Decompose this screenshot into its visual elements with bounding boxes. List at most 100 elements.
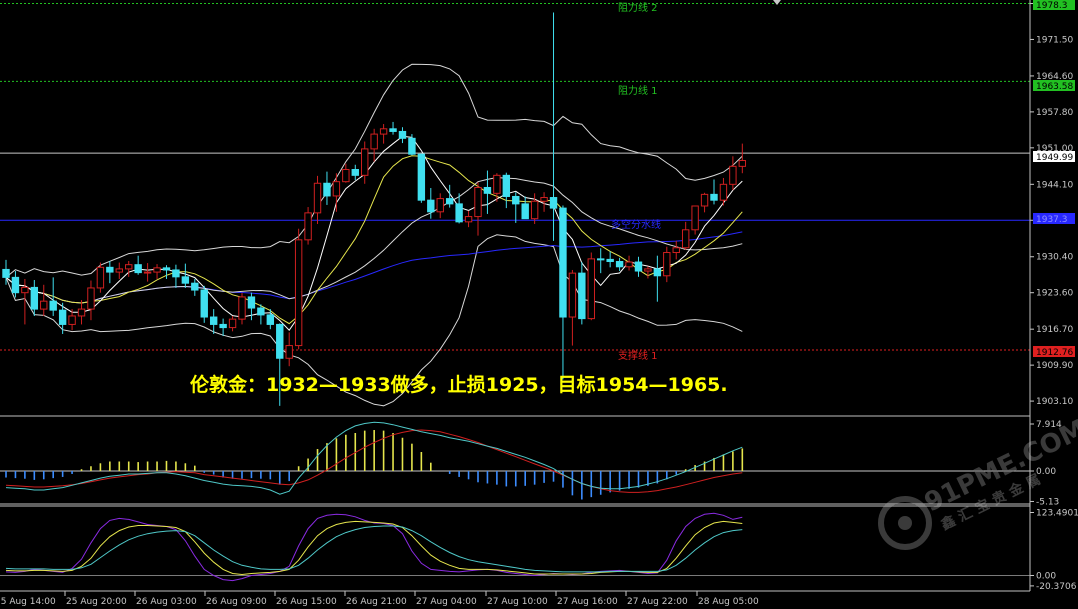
candle-body xyxy=(285,345,293,359)
slow-ma-line xyxy=(5,231,743,304)
candle-body xyxy=(530,200,539,220)
candle-body xyxy=(587,258,595,320)
candle-body xyxy=(21,286,29,294)
candle-body xyxy=(681,229,690,249)
osc-line-1 xyxy=(5,520,743,576)
candle-body xyxy=(474,186,482,218)
macd-tick-label-1: 0.00 xyxy=(1036,467,1056,477)
candle-body xyxy=(181,276,190,284)
scroll-marker-icon[interactable] xyxy=(773,0,781,5)
price-tick-label-7: 1930.40 xyxy=(1036,253,1073,263)
candle-body xyxy=(606,258,614,263)
time-tick-label-3: 26 Aug 09:00 xyxy=(206,597,267,607)
candle-body xyxy=(2,268,10,278)
candle-body xyxy=(276,323,284,359)
candle-body xyxy=(738,160,747,167)
candle-body xyxy=(162,267,171,271)
osc-tick-label-1: 0.00 xyxy=(1036,572,1056,582)
candle-body xyxy=(68,315,76,325)
oscillator-panel xyxy=(0,512,1030,582)
candle-body xyxy=(134,264,142,274)
candle-body xyxy=(332,181,341,197)
candle-body xyxy=(644,268,652,272)
candle-body xyxy=(219,323,227,329)
osc-tick-label-0: 123.4901 xyxy=(1036,508,1078,518)
candle-body xyxy=(304,212,312,241)
candle-body xyxy=(578,272,586,320)
candle-body xyxy=(11,276,20,294)
resistance-1-tag: 1963.58 xyxy=(1036,82,1073,92)
candle-body xyxy=(153,267,161,273)
candlesticks[interactable] xyxy=(2,12,747,406)
price-tick-label-11: 1903.10 xyxy=(1036,397,1073,407)
candle-body xyxy=(106,266,114,273)
candle-body xyxy=(549,197,558,209)
time-tick-label-10: 28 Aug 05:00 xyxy=(698,597,759,607)
ma10-line xyxy=(5,155,743,325)
candle-body xyxy=(351,169,359,176)
support-1-label: 支撑线 1 xyxy=(618,349,658,362)
osc-tick-label-2: -20.3706 xyxy=(1036,582,1077,592)
time-tick-label-6: 27 Aug 04:00 xyxy=(416,597,477,607)
candle-body xyxy=(266,314,275,325)
candle-body xyxy=(625,261,633,268)
candle-body xyxy=(540,197,548,202)
time-tick-label-0: 25 Aug 14:00 xyxy=(0,597,56,607)
pivot-label: 多空分水线 xyxy=(611,218,661,231)
price-tick-label-10: 1909.90 xyxy=(1036,361,1073,371)
candle-body xyxy=(30,286,39,310)
candle-body xyxy=(200,289,208,318)
candle-body xyxy=(483,186,492,194)
candle-body xyxy=(125,264,133,270)
level-labels: 阻力线 2 阻力线 1 多空分水线 支撑线 1 xyxy=(611,1,661,362)
candle-body xyxy=(257,307,265,316)
candle-body xyxy=(719,183,728,201)
candle-body xyxy=(191,282,199,291)
candle-body xyxy=(77,308,86,317)
price-tick-label-1: 1971.50 xyxy=(1036,35,1073,45)
candle-body xyxy=(313,182,322,214)
candle-body xyxy=(323,182,331,197)
candle-body xyxy=(729,165,737,185)
candle-body xyxy=(502,174,511,197)
time-axis: 25 Aug 14:00 25 Aug 20:00 26 Aug 03:00 26 A… xyxy=(0,591,759,607)
price-tick-label-9: 1916.70 xyxy=(1036,325,1073,335)
watermark: 91PME.COM 鑫 汇 宝 贵 金 属 xyxy=(878,414,1078,550)
candle-body xyxy=(615,261,624,268)
candle-body xyxy=(521,203,529,220)
candle-body xyxy=(143,271,152,274)
candle-body xyxy=(634,261,643,272)
candle-body xyxy=(389,128,397,132)
resistance-2-tag: 1978.3 xyxy=(1036,1,1068,11)
time-tick-label-9: 27 Aug 22:00 xyxy=(627,597,688,607)
candle-body xyxy=(493,174,501,194)
watermark-logo-dot xyxy=(898,516,912,530)
candle-body xyxy=(512,195,520,205)
candle-body xyxy=(417,153,426,201)
candle-body xyxy=(370,133,378,150)
candle-body xyxy=(700,193,709,207)
candle-body xyxy=(663,252,671,277)
level-lines xyxy=(0,3,1030,351)
time-tick-label-7: 27 Aug 10:00 xyxy=(487,597,548,607)
candle-body xyxy=(445,198,454,205)
candle-body xyxy=(398,130,407,139)
trade-annotation: 伦敦金：1932—1933做多，止损1925，目标1954—1965. xyxy=(190,373,728,396)
current-price-tag: 1949.99 xyxy=(1036,153,1073,163)
resistance-1-label: 阻力线 1 xyxy=(618,84,658,97)
price-tick-label-8: 1923.60 xyxy=(1036,289,1073,299)
candle-body xyxy=(342,169,350,183)
candle-body xyxy=(455,203,463,223)
candle-body xyxy=(247,296,256,309)
price-tags: 1978.3 1963.58 1949.99 1937.3 1912.76 xyxy=(1033,0,1075,358)
price-tick-label-5: 1944.10 xyxy=(1036,180,1073,190)
candle-body xyxy=(228,318,237,329)
time-tick-label-8: 27 Aug 16:00 xyxy=(557,597,618,607)
candle-body xyxy=(115,268,123,273)
candle-body xyxy=(361,148,369,176)
candle-body xyxy=(87,287,95,310)
time-tick-label-2: 26 Aug 03:00 xyxy=(136,597,197,607)
time-tick-label-1: 25 Aug 20:00 xyxy=(66,597,127,607)
time-tick-label-4: 26 Aug 15:00 xyxy=(276,597,337,607)
candle-body xyxy=(427,199,435,213)
